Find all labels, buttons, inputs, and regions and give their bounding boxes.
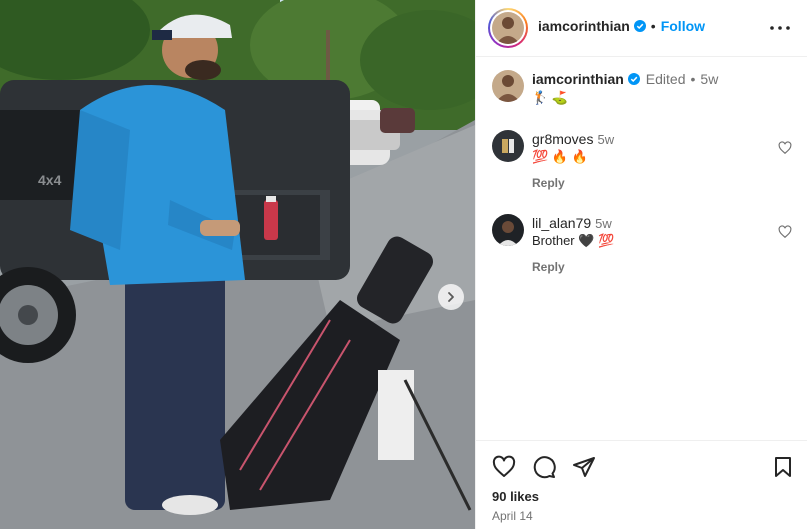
more-options-button[interactable] [768,16,792,40]
edited-label: Edited [645,71,686,87]
like-button[interactable] [492,455,516,479]
caption-avatar[interactable] [492,70,524,102]
separator-dot: • [650,18,656,34]
caption-time[interactable]: 5w [700,71,718,87]
caption-username[interactable]: iamcorinthian [532,71,624,87]
comment-meta-row: lil_alan79 5w [532,215,612,231]
comment-like-button[interactable] [778,141,792,155]
golf-parking-lot-image: 4x4 [0,0,475,529]
post-header: iamcorinthian • Follow [476,0,807,57]
comment-avatar[interactable] [492,130,524,162]
separator-dot: • [690,71,696,87]
comment-text: Brother 🖤 💯 [532,233,615,248]
comment-icon [533,456,556,479]
chevron-right-icon [448,292,454,302]
post-photo[interactable]: 4x4 [0,0,475,529]
verified-badge-icon [627,73,640,85]
heart-icon [778,141,792,155]
avatar-image [492,214,524,246]
post-details-panel: iamcorinthian • Follow iamcorinthian Edi… [475,0,807,529]
save-button[interactable] [771,455,795,479]
heart-icon [778,225,792,239]
comment-meta-row: gr8moves 5w [532,131,614,147]
avatar-image [492,70,524,102]
more-horizontal-icon [770,26,790,30]
svg-text:4x4: 4x4 [38,172,62,188]
header-user-row: iamcorinthian • Follow [538,18,705,34]
comment-username[interactable]: gr8moves [532,131,593,147]
bookmark-icon [775,457,791,477]
comment-username[interactable]: lil_alan79 [532,215,591,231]
send-icon [573,457,595,477]
avatar[interactable] [492,12,524,44]
share-button[interactable] [572,455,596,479]
avatar-image [492,130,524,162]
verified-badge-icon [633,20,646,32]
caption-text: 🏌️ ⛳ [532,90,568,105]
caption-meta-row: iamcorinthian Edited • 5w [532,71,718,87]
heart-icon [492,455,516,477]
comment-avatar[interactable] [492,214,524,246]
avatar-image [492,12,524,44]
comment-like-button[interactable] [778,225,792,239]
header-username[interactable]: iamcorinthian [538,18,630,34]
story-ring[interactable] [488,8,528,48]
follow-button[interactable]: Follow [661,18,705,34]
comment-time[interactable]: 5w [595,216,612,231]
comment-time[interactable]: 5w [597,132,614,147]
post-date[interactable]: April 14 [492,509,533,523]
reply-button[interactable]: Reply [532,176,565,190]
reply-button[interactable]: Reply [532,260,565,274]
next-photo-button[interactable] [438,284,464,310]
post-actions-footer: 90 likes April 14 [476,440,807,529]
likes-count[interactable]: 90 likes [492,489,539,504]
comment-text: 💯 🔥 🔥 [532,149,588,164]
comment-button[interactable] [532,455,556,479]
